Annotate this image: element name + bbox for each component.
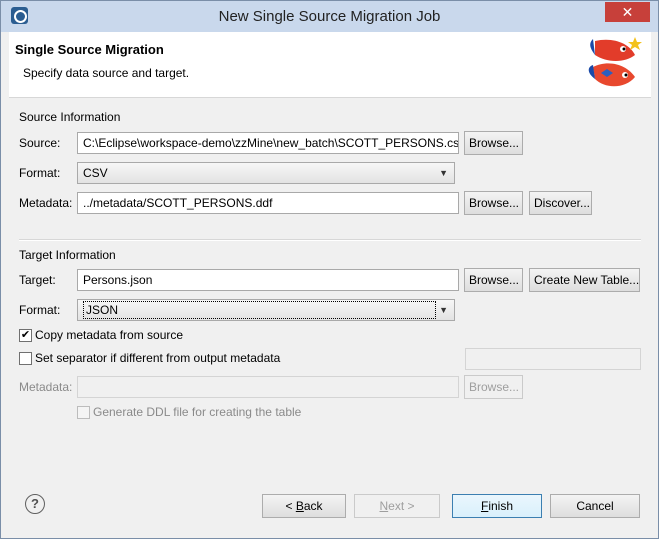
copy-metadata-checkbox[interactable]: ✔ — [19, 329, 32, 342]
next-mnemonic: N — [379, 499, 389, 513]
generate-ddl-label: Generate DDL file for creating the table — [93, 405, 302, 419]
source-metadata-label: Metadata: — [19, 196, 73, 210]
back-button[interactable]: < Back — [262, 494, 346, 518]
separator-checkbox[interactable] — [19, 352, 32, 365]
back-mnemonic: B — [295, 499, 304, 513]
chevron-down-icon: ▼ — [439, 305, 448, 315]
target-browse-button[interactable]: Browse... — [464, 268, 523, 292]
title-bar[interactable]: New Single Source Migration Job ✕ — [1, 1, 658, 32]
cancel-button[interactable]: Cancel — [550, 494, 640, 518]
target-label: Target: — [19, 273, 56, 287]
source-metadata-browse-button[interactable]: Browse... — [464, 191, 523, 215]
back-prefix: < — [285, 499, 296, 513]
source-format-label: Format: — [19, 166, 61, 180]
back-rest: ack — [303, 499, 323, 513]
source-label: Source: — [19, 136, 61, 150]
target-format-label: Format: — [19, 303, 61, 317]
source-format-select[interactable]: CSV ▼ — [77, 162, 455, 184]
next-button[interactable]: Next > — [354, 494, 440, 518]
banner-subtitle: Specify data source and target. — [23, 66, 190, 80]
target-metadata-label: Metadata: — [19, 380, 73, 394]
source-metadata-input[interactable]: ../metadata/SCOTT_PERSONS.ddf — [77, 192, 459, 214]
section-divider-highlight — [19, 240, 641, 241]
separator-label: Set separator if different from output m… — [35, 351, 281, 365]
target-metadata-browse-button[interactable]: Browse... — [464, 375, 523, 399]
source-section-title: Source Information — [19, 110, 121, 124]
finish-rest: inish — [488, 499, 514, 513]
generate-ddl-checkbox[interactable] — [77, 406, 90, 419]
separator-input[interactable] — [465, 348, 641, 370]
target-section-title: Target Information — [19, 248, 116, 262]
dialog-window: New Single Source Migration Job ✕ Single… — [0, 0, 659, 539]
help-icon[interactable]: ? — [25, 494, 45, 514]
wizard-banner: Single Source Migration Specify data sou… — [9, 32, 651, 98]
wizard-content: Source Information Source: C:\Eclipse\wo… — [9, 98, 651, 538]
next-rest: ext > — [388, 499, 415, 513]
target-path-input[interactable]: Persons.json — [77, 269, 459, 291]
window-title: New Single Source Migration Job — [218, 8, 441, 25]
copy-metadata-label: Copy metadata from source — [35, 328, 184, 342]
create-new-table-button[interactable]: Create New Table... — [529, 268, 640, 292]
source-path-input[interactable]: C:\Eclipse\workspace-demo\zzMine\new_bat… — [77, 132, 459, 154]
target-format-select[interactable]: JSON ▼ — [77, 299, 455, 321]
finish-button[interactable]: Finish — [452, 494, 542, 518]
source-format-value: CSV — [83, 166, 108, 180]
fish-logo-icon — [583, 33, 647, 97]
chevron-down-icon: ▼ — [439, 168, 448, 178]
target-format-value: JSON — [83, 301, 436, 319]
banner-title: Single Source Migration — [15, 42, 164, 57]
target-metadata-input[interactable] — [77, 376, 459, 398]
discover-button[interactable]: Discover... — [529, 191, 592, 215]
source-browse-button[interactable]: Browse... — [464, 131, 523, 155]
close-button[interactable]: ✕ — [605, 2, 650, 22]
